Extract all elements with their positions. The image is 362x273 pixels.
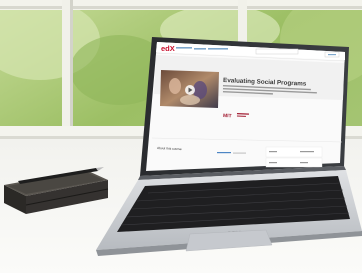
search-input[interactable] (255, 48, 299, 55)
course-sidebar (265, 146, 323, 168)
edx-logo[interactable]: edX (161, 44, 175, 53)
nav-link[interactable] (194, 48, 206, 50)
nav-link[interactable] (176, 47, 192, 49)
nav-link[interactable] (208, 48, 228, 50)
photo-scene: edX Evaluating Social Programs MIT About… (0, 0, 362, 273)
institution-logo: MIT (223, 113, 232, 119)
